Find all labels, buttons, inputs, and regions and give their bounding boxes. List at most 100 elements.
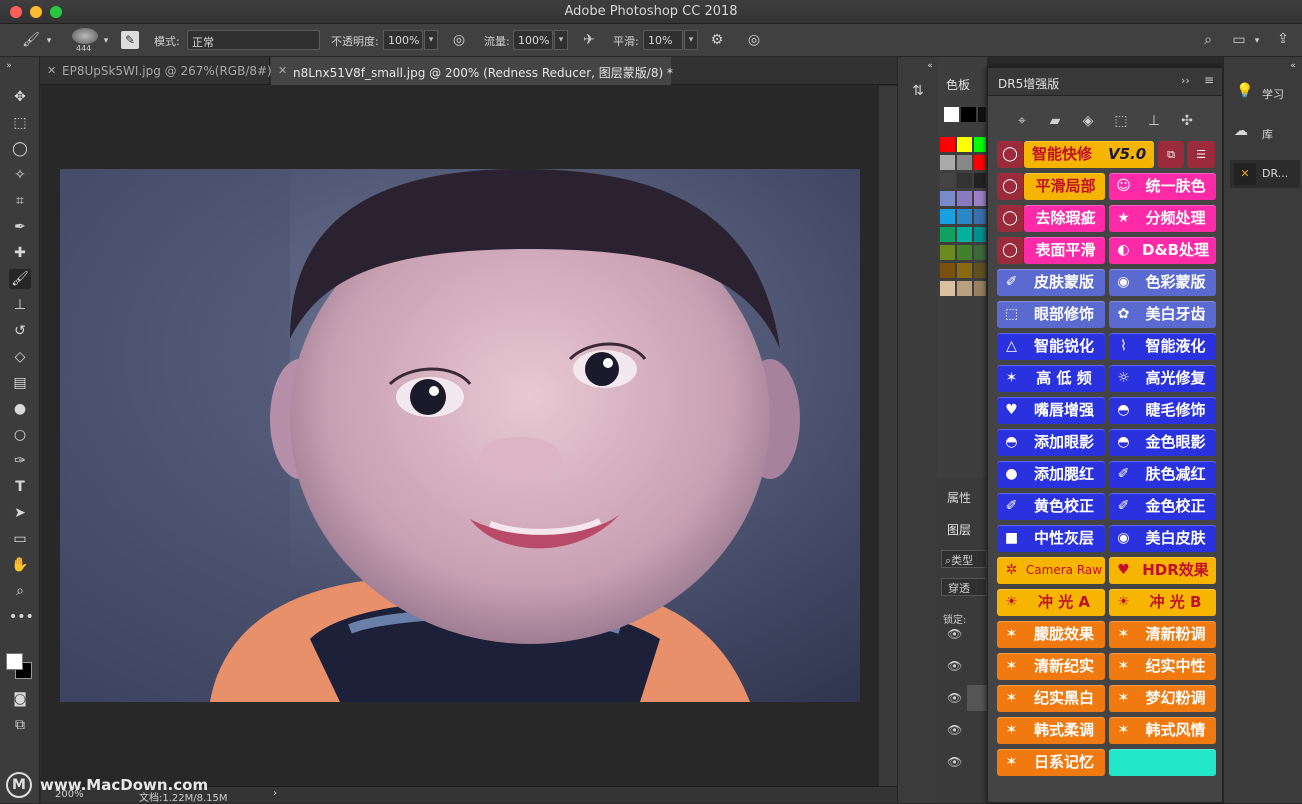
history-brush-tool-icon[interactable]: ↺ (9, 321, 31, 341)
dreamy-pink-button[interactable]: ✶ 梦幻粉调 (1109, 685, 1216, 712)
flow-input[interactable]: 100% (513, 30, 553, 50)
document-image[interactable] (60, 169, 860, 702)
swatch[interactable] (940, 191, 955, 206)
eye-icon[interactable]: 👁 (947, 723, 962, 737)
chevron-down-icon[interactable]: ▾ (101, 32, 111, 50)
path-select-tool-icon[interactable]: ➤ (9, 503, 31, 523)
unify-skin-tone-button[interactable]: ☺ 统一肤色 (1109, 173, 1216, 200)
swatch[interactable] (940, 173, 955, 188)
quick-select-tool-icon[interactable]: ✧ (9, 165, 31, 185)
color-mask-button[interactable]: ◉ 色彩蒙版 (1109, 269, 1216, 296)
swatch[interactable] (974, 191, 986, 206)
skin-mask-button[interactable]: ✐ 皮肤蒙版 (997, 269, 1105, 296)
swatch[interactable] (940, 155, 955, 170)
more-tools-icon[interactable]: ••• (9, 607, 34, 627)
dropper-icon[interactable]: ⌖ (1012, 112, 1032, 130)
healing-brush-tool-icon[interactable]: ✚ (9, 243, 31, 263)
whiten-skin-button[interactable]: ◉ 美白皮肤 (1109, 525, 1216, 552)
learn-panel-button[interactable]: 💡 学习 (1230, 79, 1300, 107)
gradient-tool-icon[interactable]: ▤ (9, 373, 31, 393)
puppet-icon[interactable]: ✣ (1177, 112, 1197, 130)
swatch[interactable] (974, 281, 986, 296)
neutral-gray-layer-button[interactable]: ■ 中性灰层 (997, 525, 1105, 552)
dr-panel-button[interactable]: ✕ DR... (1230, 160, 1300, 188)
lasso-icon[interactable]: ◯ (997, 205, 1023, 232)
eraser-icon[interactable]: ◈ (1078, 112, 1098, 130)
screen-mode-icon[interactable]: ⧉ (9, 715, 31, 735)
marquee-tool-icon[interactable]: ⬚ (9, 113, 31, 133)
eye-icon[interactable]: 👁 (947, 691, 962, 705)
layer-row[interactable] (967, 685, 987, 711)
smooth-local-button[interactable]: 平滑局部 (1024, 173, 1105, 200)
hazy-effect-button[interactable]: ✶ 朦胧效果 (997, 621, 1105, 648)
whiten-teeth-button[interactable]: ✿ 美白牙齿 (1109, 301, 1216, 328)
workspace-icon[interactable]: ▭ (1229, 31, 1249, 49)
high-low-frequency-button[interactable]: ✶ 高 低 频 (997, 365, 1105, 392)
eye-icon[interactable]: 👁 (947, 627, 962, 641)
korean-soft-button[interactable]: ✶ 韩式柔调 (997, 717, 1105, 744)
layer-filter-kind[interactable]: ⌕类型 (941, 550, 987, 568)
custom-slot-button[interactable] (1109, 749, 1216, 776)
tab-document-1[interactable]: ✕ EP8UpSk5WI.jpg @ 267%(RGB/8#) (40, 57, 272, 85)
highlight-repair-button[interactable]: ☼ 高光修复 (1109, 365, 1216, 392)
eraser-tool-icon[interactable]: ◇ (9, 347, 31, 367)
brush-panel-icon[interactable]: ✎ (121, 31, 139, 49)
brush-tool-icon[interactable]: 🖌 (9, 269, 31, 289)
blur-tool-icon[interactable]: ● (9, 399, 31, 419)
gold-eyeshadow-button[interactable]: ◓ 金色眼影 (1109, 429, 1216, 456)
swatch[interactable] (974, 245, 986, 260)
stamp-icon[interactable]: ⊥ (1144, 112, 1164, 130)
swatch[interactable] (957, 173, 972, 188)
gear-icon[interactable]: ⚙ (707, 31, 727, 49)
pressure-size-icon[interactable]: ◎ (744, 31, 764, 49)
tab-layers[interactable]: 图层 (947, 521, 971, 538)
documentary-bw-button[interactable]: ✶ 纪实黑白 (997, 685, 1105, 712)
sliders-icon[interactable]: ☰ (1187, 141, 1215, 168)
swatch[interactable] (940, 209, 955, 224)
tab-document-2[interactable]: ✕ n8Lnx51V8f_small.jpg @ 200% (Redness R… (271, 57, 673, 85)
swatch[interactable] (940, 281, 955, 296)
smart-sharpen-button[interactable]: △ 智能锐化 (997, 333, 1105, 360)
mode-select[interactable]: 正常 (187, 30, 320, 50)
library-panel-button[interactable]: ☁ 库 (1230, 119, 1300, 147)
flow-dropdown[interactable]: ▾ (554, 30, 568, 50)
swatch[interactable] (957, 137, 972, 152)
brush-size-preview[interactable] (72, 28, 98, 44)
smart-liquify-button[interactable]: ⌇ 智能液化 (1109, 333, 1216, 360)
lasso-tool-icon[interactable]: ◯ (9, 139, 31, 159)
layers-icon[interactable]: ⧉ (1158, 141, 1184, 168)
add-eyeshadow-button[interactable]: ◓ 添加眼影 (997, 429, 1105, 456)
bandage-icon[interactable]: ▰ (1045, 112, 1065, 130)
dodge-burn-button[interactable]: ◐ D&B处理 (1109, 237, 1216, 264)
eyelash-retouch-button[interactable]: ◓ 睫毛修饰 (1109, 397, 1216, 424)
swatch[interactable] (974, 209, 986, 224)
foreground-color-swatch[interactable] (6, 653, 23, 670)
pressure-opacity-icon[interactable]: ◎ (449, 31, 469, 49)
swatch[interactable] (974, 227, 986, 242)
eye-icon[interactable]: 👁 (947, 659, 962, 673)
swatch[interactable] (957, 227, 972, 242)
eye-icon[interactable]: 👁 (947, 755, 962, 769)
swatch[interactable] (957, 245, 972, 260)
lasso-icon[interactable]: ◯ (997, 173, 1023, 200)
chevron-right-icon[interactable]: › (273, 788, 277, 799)
flash-b-button[interactable]: ☀ 冲 光 B (1109, 589, 1216, 616)
crop-tool-icon[interactable]: ⌗ (9, 191, 31, 211)
stamp-tool-icon[interactable]: ⊥ (9, 295, 31, 315)
flash-a-button[interactable]: ☀ 冲 光 A (997, 589, 1105, 616)
menu-icon[interactable]: ≡ (1204, 73, 1214, 87)
swatch[interactable] (957, 281, 972, 296)
swatch[interactable] (978, 107, 986, 122)
swatch[interactable] (974, 173, 986, 188)
dodge-tool-icon[interactable]: ○ (9, 425, 31, 445)
swatch[interactable] (940, 245, 955, 260)
plugin-panel-icon[interactable]: ⇅ (906, 82, 930, 100)
vertical-scrollbar[interactable] (879, 86, 897, 786)
chevron-down-icon[interactable]: ▾ (44, 32, 54, 50)
japanese-memory-button[interactable]: ✶ 日系记忆 (997, 749, 1105, 776)
swatch[interactable] (940, 227, 955, 242)
gold-correction-button[interactable]: ✐ 金色校正 (1109, 493, 1216, 520)
tab-properties[interactable]: 属性 (947, 489, 971, 506)
expand-icon[interactable]: « (924, 57, 936, 75)
airbrush-icon[interactable]: ✈ (578, 31, 600, 49)
